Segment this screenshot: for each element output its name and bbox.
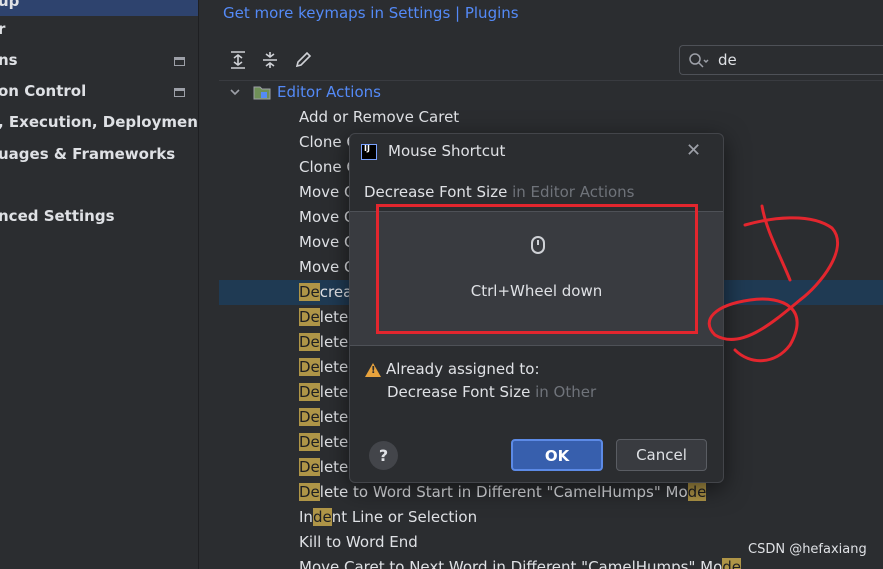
- tree-group-editor-actions[interactable]: Editor Actions: [277, 81, 381, 103]
- warning-icon: [365, 363, 381, 377]
- ok-button[interactable]: OK: [511, 439, 603, 471]
- row-text: In: [299, 508, 313, 526]
- tree-row[interactable]: Move Caret to Next Word in Different "Ca…: [299, 555, 742, 569]
- annotation-scribble: [707, 204, 839, 363]
- tree-row[interactable]: Move C: [299, 230, 354, 255]
- tree-row[interactable]: Add or Remove Caret: [299, 105, 459, 130]
- search-match: De: [299, 333, 320, 351]
- edit-icon[interactable]: [294, 50, 312, 70]
- chevron-down-icon[interactable]: [229, 86, 241, 98]
- search-input[interactable]: de: [718, 51, 737, 69]
- conflict-action: Decrease Font Size in Other: [387, 383, 597, 401]
- expand-all-icon[interactable]: [229, 50, 247, 70]
- tree-row[interactable]: Move C: [299, 255, 354, 280]
- help-button[interactable]: ?: [369, 441, 398, 470]
- tree-row[interactable]: Decrea: [299, 280, 352, 305]
- row-text: lete: [319, 333, 349, 351]
- search-icon: [689, 53, 709, 68]
- keymap-search-field[interactable]: de: [679, 45, 883, 75]
- sidebar-item-advanced-settings[interactable]: nced Settings: [0, 207, 115, 225]
- search-match: De: [299, 283, 320, 301]
- sidebar-item-setup[interactable]: up: [0, 0, 19, 10]
- row-text: crea: [319, 283, 353, 301]
- row-text: lete: [319, 458, 349, 476]
- sidebar-item-languages[interactable]: uages & Frameworks: [0, 145, 175, 163]
- search-match: De: [299, 383, 320, 401]
- dialog-action-name: Decrease Font Size in Editor Actions: [364, 183, 635, 201]
- tree-row[interactable]: Delete: [299, 455, 348, 480]
- search-match: De: [299, 358, 320, 376]
- search-match: de: [312, 508, 332, 526]
- sidebar-selection: [0, 0, 198, 16]
- row-text: Move Caret to Next Word in Different "Ca…: [299, 558, 723, 569]
- sidebar-item-build-execution[interactable]: , Execution, Deployment: [0, 113, 198, 131]
- row-text: Add or Remove Caret: [299, 108, 460, 126]
- dialog-title: Mouse Shortcut: [388, 142, 506, 160]
- watermark: CSDN @hefaxiang: [748, 542, 867, 557]
- tree-row[interactable]: Delete: [299, 405, 348, 430]
- row-text: lete: [319, 308, 349, 326]
- row-text: lete: [319, 408, 349, 426]
- conflict-warning: Already assigned to:: [386, 360, 540, 378]
- intellij-logo-icon: [361, 144, 377, 160]
- search-match: de: [687, 483, 707, 501]
- tree-row[interactable]: Delete to Word Start in Different "Camel…: [299, 480, 707, 505]
- search-match: De: [299, 408, 320, 426]
- sidebar-item-editor[interactable]: r: [0, 20, 5, 38]
- folder-icon: [253, 86, 271, 100]
- tree-row[interactable]: Move C: [299, 180, 354, 205]
- search-match: de: [722, 558, 742, 569]
- tree-row[interactable]: Delete: [299, 330, 348, 355]
- search-match: De: [299, 458, 320, 476]
- row-text: lete: [319, 383, 349, 401]
- row-text: Move C: [299, 208, 355, 226]
- row-text: Move C: [299, 183, 355, 201]
- tree-row[interactable]: Delete: [299, 305, 348, 330]
- tree-row[interactable]: Move C: [299, 205, 354, 230]
- sidebar-item-version-control[interactable]: on Control: [0, 82, 86, 100]
- settings-sidebar: up r ns on Control , Execution, Deployme…: [0, 0, 198, 569]
- project-pin-icon: [174, 57, 185, 66]
- tree-row[interactable]: Delete: [299, 430, 348, 455]
- row-text: lete: [319, 358, 349, 376]
- sidebar-item-plugins[interactable]: ns: [0, 51, 18, 69]
- tree-row[interactable]: Kill to Word End: [299, 530, 418, 555]
- row-text: lete to Word Start in Different "CamelHu…: [319, 483, 688, 501]
- row-text: Kill to Word End: [299, 533, 418, 551]
- search-match: De: [299, 483, 320, 501]
- project-pin-icon: [174, 88, 185, 97]
- cancel-button[interactable]: Cancel: [616, 439, 707, 471]
- close-icon[interactable]: ✕: [686, 140, 701, 161]
- row-text: lete: [319, 433, 349, 451]
- row-text: Move C: [299, 258, 355, 276]
- search-match: De: [299, 308, 320, 326]
- get-more-keymaps-link[interactable]: Get more keymaps in Settings | Plugins: [223, 4, 519, 22]
- tree-row[interactable]: Delete: [299, 355, 348, 380]
- collapse-all-icon[interactable]: [261, 50, 279, 70]
- annotation-rectangle: [376, 204, 698, 334]
- row-text: nt Line or Selection: [331, 508, 478, 526]
- tree-row[interactable]: Delete: [299, 380, 348, 405]
- search-match: De: [299, 433, 320, 451]
- tree-row[interactable]: Indent Line or Selection: [299, 505, 477, 530]
- row-text: Move C: [299, 233, 355, 251]
